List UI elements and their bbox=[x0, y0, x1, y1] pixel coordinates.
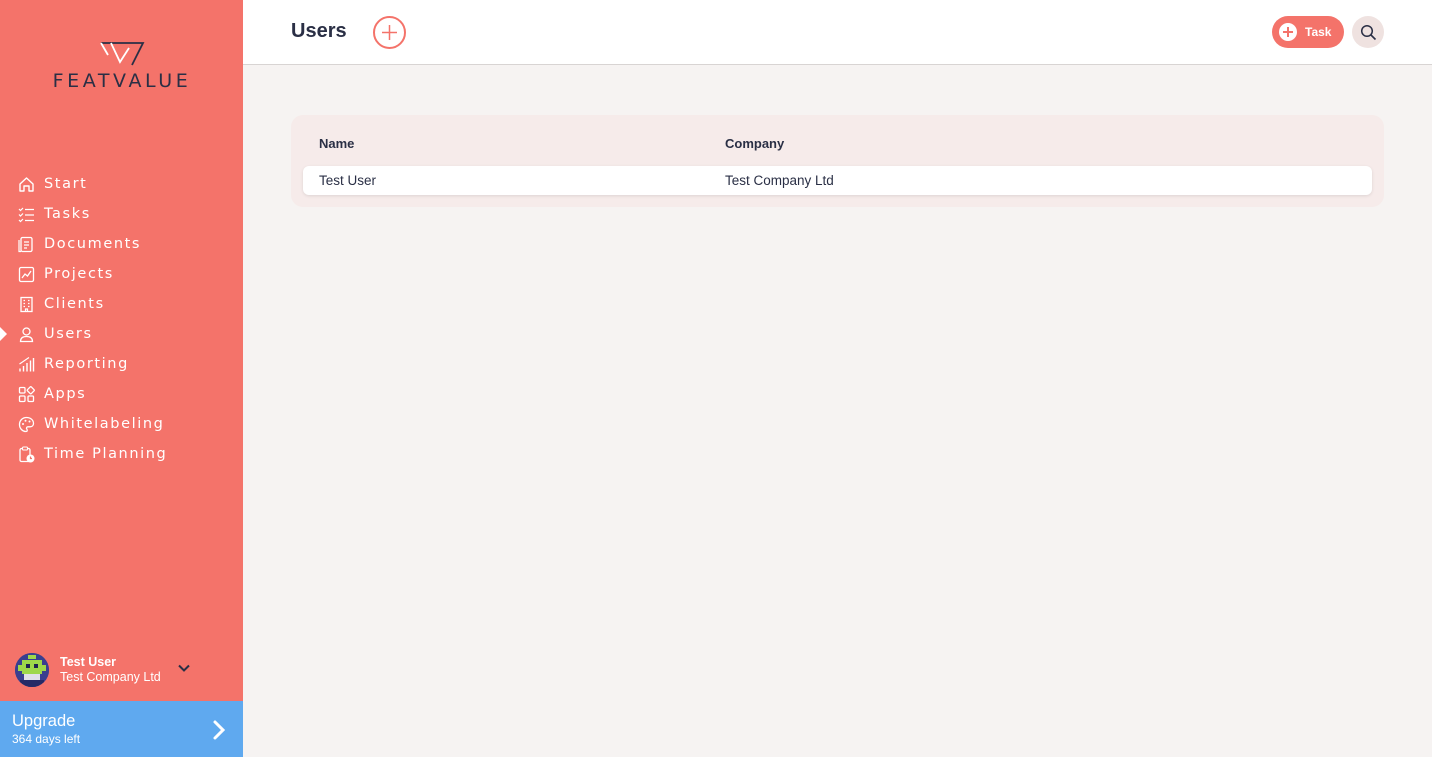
sidebar-item-label: Reporting bbox=[44, 356, 129, 372]
search-button[interactable] bbox=[1352, 16, 1384, 48]
sidebar-item-start[interactable]: Start bbox=[0, 169, 243, 199]
apps-icon bbox=[17, 385, 35, 403]
building-icon bbox=[17, 295, 35, 313]
sidebar-item-label: Time Planning bbox=[44, 446, 168, 462]
sidebar-item-label: Projects bbox=[44, 266, 114, 282]
task-button-label: Task bbox=[1305, 25, 1332, 39]
user-info: Test User Test Company Ltd bbox=[60, 655, 161, 685]
sidebar-item-label: Apps bbox=[44, 386, 87, 402]
upgrade-days-left: 364 days left bbox=[12, 732, 81, 746]
chart-icon bbox=[17, 265, 35, 283]
sidebar-item-tasks[interactable]: Tasks bbox=[0, 199, 243, 229]
add-user-button[interactable] bbox=[373, 16, 406, 49]
avatar bbox=[15, 653, 49, 687]
sidebar-item-reporting[interactable]: Reporting bbox=[0, 349, 243, 379]
bar-chart-icon bbox=[17, 355, 35, 373]
sidebar-item-documents[interactable]: Documents bbox=[0, 229, 243, 259]
clipboard-clock-icon bbox=[17, 445, 35, 463]
cell-company: Test Company Ltd bbox=[725, 173, 834, 188]
plus-icon bbox=[382, 25, 397, 40]
sidebar-item-label: Users bbox=[44, 326, 93, 342]
sidebar-item-whitelabeling[interactable]: Whitelabeling bbox=[0, 409, 243, 439]
user-menu[interactable]: Test User Test Company Ltd bbox=[15, 652, 235, 688]
brand-logo[interactable]: FEATVALUE bbox=[36, 40, 208, 92]
column-header-name[interactable]: Name bbox=[319, 136, 354, 151]
brand-name: FEATVALUE bbox=[52, 70, 192, 92]
sidebar-item-label: Clients bbox=[44, 296, 105, 312]
column-header-company[interactable]: Company bbox=[725, 136, 784, 151]
sidebar-item-label: Whitelabeling bbox=[44, 416, 165, 432]
page-title: Users bbox=[291, 20, 347, 42]
upgrade-title: Upgrade bbox=[12, 712, 76, 730]
sidebar-item-label: Start bbox=[44, 176, 88, 192]
sidebar-item-projects[interactable]: Projects bbox=[0, 259, 243, 289]
sidebar-nav: Start Tasks Documents Projects Clients U… bbox=[0, 169, 243, 469]
cell-name: Test User bbox=[319, 173, 377, 188]
plus-circle-icon bbox=[1279, 23, 1297, 41]
sidebar-item-users[interactable]: Users bbox=[0, 319, 243, 349]
document-icon bbox=[17, 235, 35, 253]
palette-icon bbox=[17, 415, 35, 433]
users-table: Name Company Test User Test Company Ltd bbox=[291, 115, 1384, 207]
search-icon bbox=[1360, 24, 1376, 40]
user-company: Test Company Ltd bbox=[60, 670, 161, 684]
chevron-right-icon bbox=[210, 719, 228, 741]
sidebar-item-label: Tasks bbox=[44, 206, 91, 222]
sidebar: FEATVALUE Start Tasks Documents Projects bbox=[0, 0, 243, 757]
top-header: Users Task bbox=[243, 0, 1432, 65]
home-icon bbox=[17, 175, 35, 193]
sidebar-item-apps[interactable]: Apps bbox=[0, 379, 243, 409]
upgrade-banner[interactable]: Upgrade 364 days left bbox=[0, 701, 243, 757]
sidebar-item-time-planning[interactable]: Time Planning bbox=[0, 439, 243, 469]
logo-mark-icon bbox=[100, 42, 145, 66]
chevron-down-icon[interactable] bbox=[177, 661, 191, 675]
checklist-icon bbox=[17, 205, 35, 223]
user-name: Test User bbox=[60, 655, 117, 669]
table-row[interactable]: Test User Test Company Ltd bbox=[303, 166, 1372, 195]
sidebar-item-clients[interactable]: Clients bbox=[0, 289, 243, 319]
sidebar-item-label: Documents bbox=[44, 236, 142, 252]
user-icon bbox=[17, 325, 35, 343]
add-task-button[interactable]: Task bbox=[1272, 16, 1344, 48]
